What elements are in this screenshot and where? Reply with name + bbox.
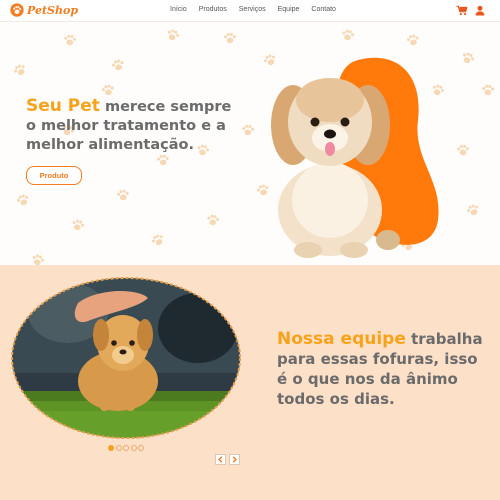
nav-icons — [450, 5, 486, 16]
produto-button[interactable]: Produto — [26, 166, 82, 185]
navbar: PetShop Início Produtos Serviços Equipe … — [0, 0, 500, 22]
nav-link-servicos[interactable]: Serviços — [239, 6, 266, 13]
puppy-photo — [271, 57, 439, 258]
carousel-dots — [108, 445, 146, 451]
paw-print-icon — [167, 29, 180, 41]
paw-print-icon — [482, 84, 494, 96]
nav-link-produtos[interactable]: Produtos — [199, 6, 227, 13]
paw-print-icon — [14, 64, 25, 76]
carousel-dot-2[interactable] — [115, 445, 122, 451]
carousel-dot-1[interactable] — [108, 445, 114, 451]
nav-links: Início Produtos Serviços Equipe Contato — [170, 6, 348, 13]
carousel-next-button[interactable] — [229, 454, 240, 465]
paw-print-icon — [32, 254, 45, 265]
hero-highlight: Seu Pet — [26, 96, 100, 116]
paw-print-icon — [224, 32, 236, 44]
nav-link-contato[interactable]: Contato — [311, 6, 336, 13]
team-section: Nossa equipe trabalha para essas fofuras… — [0, 265, 500, 500]
carousel-dot-3[interactable] — [123, 445, 129, 451]
paw-print-icon — [64, 34, 77, 46]
brand-name: PetShop — [27, 3, 79, 17]
paw-print-icon — [111, 59, 124, 71]
paw-print-icon — [16, 194, 29, 206]
carousel-dot-4[interactable] — [130, 445, 137, 451]
paw-print-icon — [152, 234, 163, 246]
golden-puppy-photo — [11, 277, 241, 439]
paw-print-icon — [463, 52, 475, 64]
user-icon[interactable] — [474, 5, 486, 16]
chevron-left-icon — [218, 456, 223, 463]
paw-print-icon — [466, 204, 479, 216]
paw-print-icon — [207, 214, 220, 226]
brand[interactable]: PetShop — [10, 3, 78, 17]
carousel-dot-5[interactable] — [138, 445, 144, 451]
paw-print-icon — [116, 189, 129, 201]
chevron-right-icon — [232, 456, 237, 463]
hero-section: Seu Pet merece sempre o melhor tratament… — [0, 22, 500, 265]
team-highlight: Nossa equipe — [277, 329, 406, 349]
team-headline: Nossa equipe trabalha para essas fofuras… — [277, 329, 487, 409]
nav-link-inicio[interactable]: Início — [170, 6, 187, 13]
hero-headline: Seu Pet merece sempre o melhor tratament… — [26, 97, 246, 155]
paw-print-icon — [406, 34, 419, 46]
paw-logo-icon — [10, 3, 24, 17]
cart-icon[interactable] — [456, 5, 468, 16]
nav-link-equipe[interactable]: Equipe — [278, 6, 300, 13]
carousel-prev-button[interactable] — [215, 454, 226, 465]
paw-print-icon — [72, 219, 85, 231]
paw-print-icon — [342, 29, 355, 41]
